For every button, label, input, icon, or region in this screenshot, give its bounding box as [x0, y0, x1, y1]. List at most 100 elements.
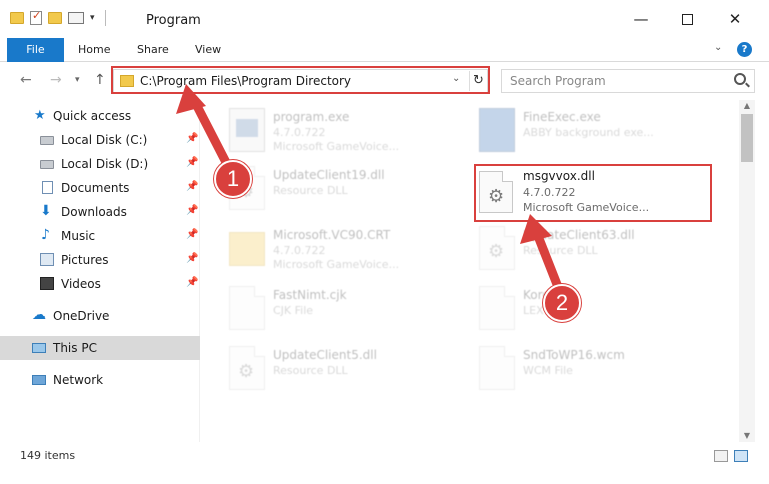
toolbar-separator: [104, 10, 106, 26]
sidebar-item-label: Music: [61, 229, 96, 243]
sidebar-item-label: Documents: [61, 181, 130, 195]
dll-gear-icon: [479, 171, 513, 213]
search-icon[interactable]: [734, 73, 746, 85]
videos-icon: [40, 277, 54, 290]
file-name: UpdateClient63.dll: [523, 228, 635, 242]
file-tile[interactable]: UpdateClient5.dll Resource DLL: [229, 342, 469, 398]
quick-access-toolbar: ▾: [10, 9, 106, 26]
application-icon: [229, 108, 265, 152]
recent-locations-icon[interactable]: ▾: [75, 75, 80, 85]
dll-gear-icon: [229, 346, 265, 390]
file-name: msgvvox.dll: [523, 169, 595, 183]
tab-file[interactable]: File: [7, 38, 64, 62]
help-icon[interactable]: ?: [737, 42, 752, 57]
file-tile[interactable]: UpdateClient63.dll Resource DLL: [479, 222, 719, 278]
pin-icon[interactable]: 📌: [186, 157, 198, 168]
tiles-view-icon[interactable]: [734, 450, 748, 462]
customize-icon[interactable]: [68, 12, 84, 24]
sidebar-item-local-disk-d[interactable]: Local Disk (D:) 📌: [0, 152, 200, 176]
maximize-button[interactable]: [672, 8, 702, 30]
pin-icon[interactable]: 📌: [186, 205, 198, 216]
vertical-scrollbar[interactable]: ▲ ▼: [739, 100, 755, 442]
file-tile[interactable]: program.exe 4.7.0.722 Microsoft GameVoic…: [229, 104, 469, 160]
blank-file-icon: [479, 286, 515, 330]
blank-file-icon: [229, 286, 265, 330]
pin-icon[interactable]: 📌: [186, 133, 198, 144]
window-title: Program: [146, 13, 201, 28]
address-bar[interactable]: C:\Program Files\Program Directory ⌄ ↻: [113, 69, 488, 93]
scroll-thumb[interactable]: [741, 114, 753, 162]
file-name: UpdateClient5.dll: [273, 348, 377, 362]
refresh-icon[interactable]: ↻: [469, 71, 487, 91]
pictures-icon: [40, 253, 54, 266]
back-arrow-icon[interactable]: ←: [20, 72, 32, 88]
file-tile[interactable]: UpdateClient19.dll Resource DLL: [229, 162, 469, 218]
sidebar-item-onedrive[interactable]: ☁ OneDrive: [0, 304, 200, 328]
file-type: Resource DLL: [273, 364, 348, 377]
navigation-pane: ★ Quick access Local Disk (C:) 📌 Local D…: [0, 100, 200, 442]
disk-icon: [40, 160, 54, 169]
forward-arrow-icon[interactable]: →: [50, 72, 62, 88]
tab-home[interactable]: Home: [78, 38, 110, 62]
sidebar-item-downloads[interactable]: ⬇ Downloads 📌: [0, 200, 200, 224]
callout-badge-1: 1: [214, 160, 252, 198]
file-tile[interactable]: Microsoft.VC90.CRT 4.7.0.722 Microsoft G…: [229, 222, 469, 278]
search-box[interactable]: [501, 69, 755, 93]
properties-check-icon[interactable]: [30, 9, 42, 25]
file-version: 4.7.0.722: [273, 126, 326, 139]
sidebar-item-documents[interactable]: Documents 📌: [0, 176, 200, 200]
file-list: program.exe 4.7.0.722 Microsoft GameVoic…: [201, 100, 738, 442]
navigation-bar: ← → ▾ ↑ C:\Program Files\Program Directo…: [0, 63, 769, 97]
pin-icon[interactable]: 📌: [186, 253, 198, 264]
sidebar-item-this-pc[interactable]: This PC: [0, 336, 200, 360]
file-description: Microsoft GameVoice...: [523, 201, 650, 214]
file-tile[interactable]: Korean.lx LEX File: [479, 282, 719, 338]
sidebar-item-label: Downloads: [61, 205, 127, 219]
close-button[interactable]: ✕: [720, 8, 750, 30]
scroll-up-icon[interactable]: ▲: [739, 100, 755, 112]
download-icon: ⬇: [40, 203, 52, 219]
title-bar: ▾ Program — ✕: [0, 0, 769, 38]
sidebar-item-label: Quick access: [53, 109, 132, 123]
tab-share[interactable]: Share: [137, 38, 169, 62]
folder-icon: [120, 75, 134, 87]
chevron-down-icon[interactable]: ▾: [90, 13, 95, 23]
sidebar-item-music[interactable]: ♪ Music 📌: [0, 224, 200, 248]
file-description: ABBY background exe...: [523, 126, 654, 139]
documents-icon: [42, 181, 53, 194]
chevron-down-icon[interactable]: ⌄: [452, 73, 460, 84]
up-arrow-icon[interactable]: ↑: [94, 72, 106, 88]
file-tile[interactable]: FastNimt.cjk CJK File: [229, 282, 469, 338]
music-icon: ♪: [41, 227, 50, 243]
new-folder-icon[interactable]: [48, 12, 62, 24]
status-bar: 149 items: [0, 444, 769, 468]
file-version: 4.7.0.722: [523, 186, 576, 199]
file-name: FineExec.exe: [523, 110, 601, 124]
pin-icon[interactable]: 📌: [186, 277, 198, 288]
pin-icon[interactable]: 📌: [186, 181, 198, 192]
file-description: Microsoft GameVoice...: [273, 258, 400, 271]
details-view-icon[interactable]: [714, 450, 728, 462]
window-bottom: [0, 468, 769, 484]
minimize-button[interactable]: —: [626, 8, 656, 30]
highlighted-file-tile[interactable]: msgvvox.dll 4.7.0.722 Microsoft GameVoic…: [477, 167, 709, 219]
application-icon: [479, 108, 515, 152]
scroll-down-icon[interactable]: ▼: [739, 430, 755, 442]
file-name: UpdateClient19.dll: [273, 168, 385, 182]
address-path[interactable]: C:\Program Files\Program Directory: [140, 74, 351, 88]
sidebar-item-pictures[interactable]: Pictures 📌: [0, 248, 200, 272]
sidebar-item-videos[interactable]: Videos 📌: [0, 272, 200, 296]
maximize-icon: [681, 14, 693, 25]
pin-icon[interactable]: 📌: [186, 229, 198, 240]
search-input[interactable]: [502, 70, 722, 92]
blank-file-icon: [479, 346, 515, 390]
sidebar-item-quick-access[interactable]: ★ Quick access: [0, 104, 200, 128]
file-tile[interactable]: FineExec.exe ABBY background exe...: [479, 104, 719, 160]
expand-ribbon-icon[interactable]: ⌄: [714, 42, 722, 53]
sidebar-item-network[interactable]: Network: [0, 368, 200, 392]
sidebar-item-label: Pictures: [61, 253, 109, 267]
file-tile[interactable]: SndToWP16.wcm WCM File: [479, 342, 719, 398]
sidebar-item-local-disk-c[interactable]: Local Disk (C:) 📌: [0, 128, 200, 152]
tab-view[interactable]: View: [195, 38, 221, 62]
sidebar-item-label: Local Disk (D:): [61, 157, 149, 171]
